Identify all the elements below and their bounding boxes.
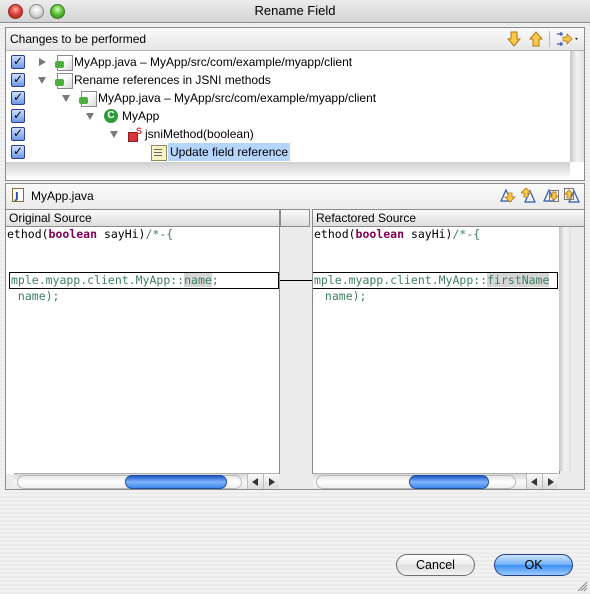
static-method-icon: S <box>128 125 142 143</box>
collapse-arrow-icon[interactable] <box>110 131 118 138</box>
compilation-unit-icon <box>55 55 73 71</box>
diff-center-gutter <box>280 227 312 474</box>
scroll-left-button[interactable] <box>247 474 263 489</box>
collapse-arrow-icon[interactable] <box>38 77 46 84</box>
previous-change-button[interactable] <box>528 31 544 47</box>
diff-connector-line <box>280 280 312 281</box>
original-source-pane[interactable]: ethod(boolean sayHi)/*-{ mple.myapp.clie… <box>6 227 280 474</box>
changes-panel-title: Changes to be performed <box>10 32 147 46</box>
compare-panel: J MyApp.java Original Source Refactored … <box>5 183 585 490</box>
cancel-button[interactable]: Cancel <box>396 554 475 576</box>
cancel-button-label: Cancel <box>416 558 455 572</box>
code-line: ethod(boolean sayHi)/*-{ <box>314 227 481 241</box>
tree-item[interactable]: ✓ MyApp.java – MyApp/src/com/example/mya… <box>6 53 570 71</box>
previous-difference-button[interactable] <box>520 187 537 203</box>
tree-item-label: MyApp.java – MyApp/src/com/example/myapp… <box>74 55 353 69</box>
zoom-window-button[interactable] <box>50 4 65 19</box>
minimize-window-button[interactable] <box>29 4 44 19</box>
code-line: name); <box>11 289 60 303</box>
next-change-compare-button[interactable] <box>543 187 559 203</box>
code-line: name); <box>318 289 367 303</box>
right-arrow-icon <box>269 478 275 486</box>
tree-item[interactable]: ✓ S jsniMethod(boolean) <box>6 125 570 143</box>
scroll-thumb[interactable] <box>125 475 227 489</box>
close-window-button[interactable] <box>8 4 23 19</box>
original-source-header: Original Source <box>6 209 280 227</box>
next-difference-icon <box>500 188 516 203</box>
tree-item-label: Rename references in JSNI methods <box>74 73 271 87</box>
tree-item-label: MyApp.java – MyApp/src/com/example/myapp… <box>98 91 377 105</box>
next-change-button[interactable] <box>506 31 522 47</box>
window-title: Rename Field <box>254 3 336 18</box>
refactored-source-title: Refactored Source <box>316 211 417 225</box>
code-line: ethod(boolean sayHi)/*-{ <box>7 227 174 241</box>
compare-right-margin <box>572 227 582 487</box>
code-line: mple.myapp.client.MyApp::name; <box>11 273 219 287</box>
svg-text:J: J <box>14 191 19 202</box>
changed-token: name <box>184 273 212 287</box>
tree-item[interactable]: ✓ Rename references in JSNI methods <box>6 71 570 89</box>
tree-item-checkbox[interactable]: ✓ <box>11 145 25 159</box>
expand-arrow-icon[interactable] <box>39 58 46 66</box>
change-group-icon <box>55 73 73 89</box>
scroll-left-button[interactable] <box>526 474 542 489</box>
collapse-arrow-icon[interactable] <box>86 113 94 120</box>
center-gutter-header <box>280 209 310 227</box>
text-edit-icon <box>151 145 167 161</box>
ok-button-label: OK <box>524 558 543 572</box>
compare-panel-header: J MyApp.java <box>6 184 584 207</box>
original-source-title: Original Source <box>9 211 92 225</box>
right-arrow-icon <box>548 478 554 486</box>
down-arrow-icon <box>506 31 522 47</box>
next-difference-button[interactable] <box>500 187 516 203</box>
refactored-source-header: Refactored Source <box>312 209 585 227</box>
tree-item-label: MyApp <box>122 109 160 123</box>
class-icon: C <box>104 109 118 123</box>
tree-item-checkbox[interactable]: ✓ <box>11 91 25 105</box>
tree-item-checkbox[interactable]: ✓ <box>11 55 25 69</box>
title-bar: Rename Field <box>0 0 590 23</box>
code-line: mple.myapp.client.MyApp::firstName <box>314 273 550 287</box>
refactored-source-pane[interactable]: ethod(boolean sayHi)/*-{ mple.myapp.clie… <box>312 227 560 474</box>
compare-vertical-scrollbar[interactable] <box>559 227 571 471</box>
tree-item-checkbox[interactable]: ✓ <box>11 73 25 87</box>
refactored-horizontal-scrollbar[interactable] <box>313 473 558 489</box>
toolbar-separator <box>549 31 550 47</box>
tree-bottom-edge <box>6 162 570 179</box>
resize-grip-icon[interactable] <box>576 580 588 592</box>
scroll-right-button[interactable] <box>263 474 279 489</box>
changed-token: firstName <box>487 273 550 287</box>
scroll-thumb[interactable] <box>409 475 489 489</box>
up-arrow-icon <box>528 31 544 47</box>
original-horizontal-scrollbar[interactable] <box>14 473 279 489</box>
left-arrow-icon <box>252 478 258 486</box>
tree-item-checkbox[interactable]: ✓ <box>11 109 25 123</box>
left-arrow-icon <box>531 478 537 486</box>
tree-item[interactable]: ✓ C MyApp <box>6 107 570 125</box>
next-change-icon <box>543 188 559 202</box>
changes-tree: ✓ MyApp.java – MyApp/src/com/example/mya… <box>6 51 570 167</box>
tree-item[interactable]: ✓ MyApp.java – MyApp/src/com/example/mya… <box>6 89 570 107</box>
compare-file-label: MyApp.java <box>31 189 94 203</box>
tree-item-label: jsniMethod(boolean) <box>145 127 254 141</box>
tree-item-label: Update field reference <box>168 143 291 161</box>
compilation-unit-icon <box>79 91 97 107</box>
previous-change-icon <box>564 188 580 203</box>
java-file-icon: J <box>12 188 24 202</box>
ok-button[interactable]: OK <box>494 554 573 576</box>
collapse-arrow-icon[interactable] <box>62 95 70 102</box>
previous-change-compare-button[interactable] <box>564 187 580 203</box>
changes-panel-header: Changes to be performed <box>6 28 584 51</box>
changes-panel: Changes to be performed ✓ MyApp.java – M… <box>5 27 585 181</box>
tree-item-checkbox[interactable]: ✓ <box>11 127 25 141</box>
previous-difference-icon <box>520 187 536 203</box>
tree-item[interactable]: ✓ Update field reference <box>6 143 570 161</box>
filter-changes-icon <box>557 32 578 46</box>
tree-vertical-scrollbar[interactable] <box>570 51 584 162</box>
filter-changes-button[interactable] <box>555 31 581 47</box>
scroll-right-button[interactable] <box>542 474 558 489</box>
